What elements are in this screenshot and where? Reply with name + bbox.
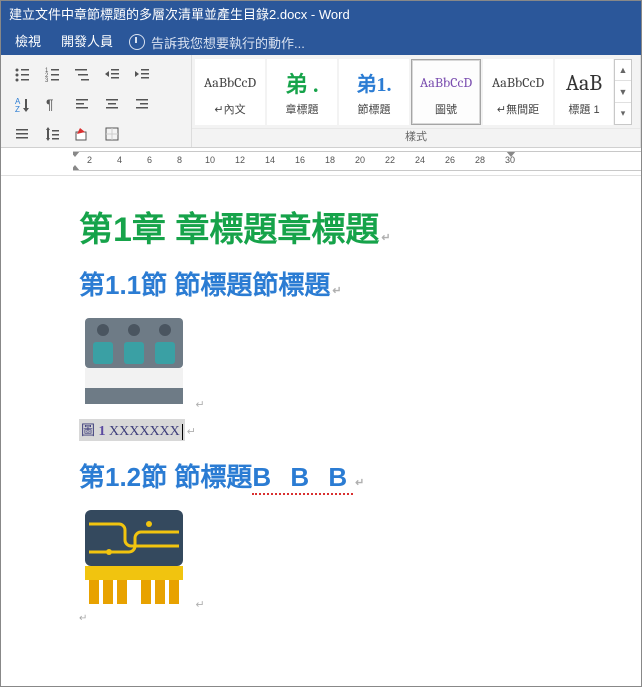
group-paragraph: 123 AZ ¶: [1, 55, 192, 147]
ruler-tick: 28: [475, 155, 485, 165]
window-title: 建立文件中章節標題的多層次清單並產生目錄2.docx - Word: [9, 7, 350, 22]
ruler-tick: 12: [235, 155, 245, 165]
align-justify-button[interactable]: [9, 121, 35, 147]
paragraph-mark-icon: ↵: [332, 285, 341, 297]
section-heading-1[interactable]: 第1.1節 節標題節標題↵: [79, 265, 599, 302]
svg-text:¶: ¶: [46, 96, 54, 112]
ruler-tick: 30: [505, 155, 515, 165]
sort-button[interactable]: AZ: [9, 91, 35, 117]
tell-me-box[interactable]: 告訴我您想要執行的動作...: [123, 33, 305, 52]
lightbulb-icon: [129, 34, 145, 50]
section-heading-2[interactable]: 第1.2節 節標題B B B↵: [79, 457, 599, 494]
figure-caption[interactable]: 圖 1 XXXXXXX ↵: [79, 413, 599, 451]
increase-indent-button[interactable]: [129, 61, 155, 87]
tab-developer[interactable]: 開發人員: [51, 29, 123, 55]
line-spacing-button[interactable]: [39, 121, 65, 147]
style-no-spacing[interactable]: AaBbCcD ↵無間距: [483, 59, 553, 125]
group-styles-label: 樣式: [192, 128, 640, 147]
ruler-tick: 26: [445, 155, 455, 165]
style-chapter-heading[interactable]: 弟 . 章標題: [267, 59, 337, 125]
numbered-list-button[interactable]: 123: [39, 61, 65, 87]
style-label: 章標題: [286, 101, 319, 117]
svg-text:3: 3: [45, 78, 49, 82]
style-label: 標題 1: [568, 101, 599, 117]
borders-button[interactable]: [99, 121, 125, 147]
bullet-list-button[interactable]: [9, 61, 35, 87]
style-figure-number[interactable]: AaBbCcD 圖號: [411, 59, 481, 125]
paragraph-mark-icon: ↵: [355, 477, 364, 489]
hanging-indent-marker[interactable]: [73, 165, 80, 171]
horizontal-ruler[interactable]: 2 4 6 8 10 12 14 16 18 20 22 24 26 28 30: [1, 151, 641, 176]
ribbon-tab-strip: 檢視 開發人員 告訴我您想要執行的動作...: [1, 29, 641, 55]
ruler-tick: 20: [355, 155, 365, 165]
chapter-heading[interactable]: 第1章 章標題章標題↵: [79, 202, 599, 251]
tab-view[interactable]: 檢視: [5, 29, 51, 55]
style-body-text[interactable]: AaBbCcD ↵內文: [195, 59, 265, 125]
styles-gallery: AaBbCcD ↵內文 弟 . 章標題 弟1. 節標題 AaBbCcD 圖號: [194, 57, 632, 126]
ruler-tick: 8: [177, 155, 182, 165]
paragraph-mark-icon: ↵: [79, 613, 599, 624]
ribbon: 123 AZ ¶: [1, 55, 641, 148]
align-center-button[interactable]: [99, 91, 125, 117]
style-preview: 弟 .: [285, 67, 318, 99]
caption-prefix: 圖: [81, 424, 99, 439]
window-title-bar: 建立文件中章節標題的多層次清單並產生目錄2.docx - Word: [1, 1, 641, 29]
group-styles: AaBbCcD ↵內文 弟 . 章標題 弟1. 節標題 AaBbCcD 圖號: [192, 55, 641, 147]
show-marks-button[interactable]: ¶: [39, 91, 65, 117]
gallery-more-button[interactable]: ▾: [615, 103, 631, 124]
gallery-down-button[interactable]: ▼: [615, 81, 631, 103]
ruler-tick: 22: [385, 155, 395, 165]
ruler-tick: 18: [325, 155, 335, 165]
style-heading-1[interactable]: AaB 標題 1: [555, 59, 613, 125]
decrease-indent-button[interactable]: [99, 61, 125, 87]
style-preview: AaBbCcD: [420, 67, 472, 99]
tell-me-placeholder: 告訴我您想要執行的動作...: [151, 33, 305, 52]
align-left-button[interactable]: [69, 91, 95, 117]
gallery-up-button[interactable]: ▲: [615, 60, 631, 82]
style-label: 圖號: [435, 101, 457, 117]
svg-text:Z: Z: [15, 105, 20, 112]
page: 第1章 章標題章標題↵ 第1.1節 節標題節標題↵ ↵ 圖 1 XXXXXXX: [79, 202, 599, 624]
ruler-tick: 4: [117, 155, 122, 165]
style-preview: 弟1.: [357, 67, 392, 99]
caption-number: 1: [99, 424, 106, 439]
spellcheck-underline: B B B: [252, 462, 353, 495]
text-cursor: [182, 424, 183, 440]
style-section-heading[interactable]: 弟1. 節標題: [339, 59, 409, 125]
style-preview: AaB: [566, 67, 602, 99]
ruler-tick: 2: [87, 155, 92, 165]
styles-gallery-scroll: ▲ ▼ ▾: [614, 59, 632, 125]
style-preview: AaBbCcD: [492, 67, 544, 99]
ruler-tick: 14: [265, 155, 275, 165]
paragraph-mark-icon: ↵: [195, 399, 204, 411]
ruler-tick: 16: [295, 155, 305, 165]
style-label: 節標題: [358, 101, 391, 117]
style-label: ↵無間距: [497, 101, 539, 117]
inserted-image-1[interactable]: [79, 312, 189, 408]
style-label: ↵內文: [214, 101, 245, 117]
ruler-tick: 6: [147, 155, 152, 165]
paragraph-mark-icon: ↵: [195, 599, 204, 611]
caption-text: XXXXXXX: [106, 424, 180, 439]
align-right-button[interactable]: [129, 91, 155, 117]
document-canvas[interactable]: 第1章 章標題章標題↵ 第1.1節 節標題節標題↵ ↵ 圖 1 XXXXXXX: [1, 176, 641, 687]
ruler-tick: 24: [415, 155, 425, 165]
multilevel-list-button[interactable]: [69, 61, 95, 87]
ruler-tick: 10: [205, 155, 215, 165]
paragraph-mark-icon: ↵: [381, 232, 390, 244]
first-line-indent-marker[interactable]: [73, 151, 80, 157]
style-preview: AaBbCcD: [204, 67, 256, 99]
shading-button[interactable]: [69, 121, 95, 147]
paragraph-mark-icon: ↵: [187, 426, 196, 438]
inserted-image-2[interactable]: [79, 504, 189, 608]
